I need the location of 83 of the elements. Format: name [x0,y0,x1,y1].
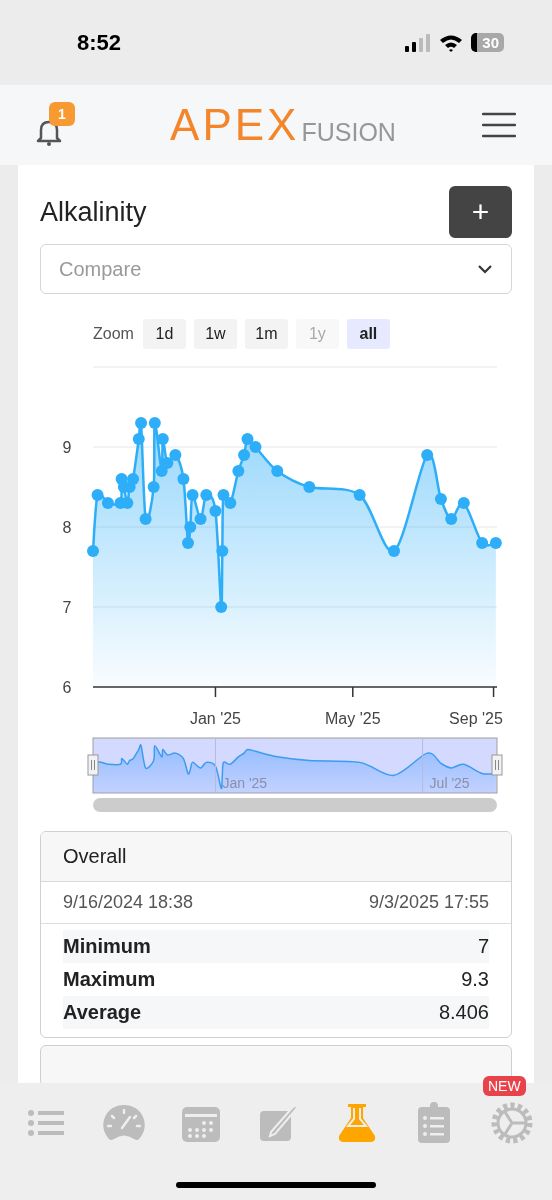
menu-button[interactable] [482,112,516,138]
data-point [209,505,222,517]
data-point [215,601,228,613]
logo-text: APEX [170,105,300,145]
signal-icon [405,33,432,52]
data-point [139,513,152,525]
stat-value: 8.406 [438,1001,489,1024]
pencil-square-icon [258,1104,299,1142]
data-point [194,513,207,525]
data-point [421,449,434,461]
x-axis-label: May '25 [325,710,381,727]
navigator-label: Jul '25 [429,775,470,791]
x-axis-label: Sep '25 [449,710,503,727]
data-point [182,537,194,549]
data-point [148,417,161,429]
battery-indicator: 30 [471,33,504,52]
data-point [87,545,99,557]
logo-subtext: FUSION [301,119,396,145]
data-point [156,433,169,445]
notification-badge: 1 [49,102,75,126]
data-point [121,497,134,509]
new-badge: NEW [482,1076,526,1096]
data-point [388,545,400,557]
data-point [132,433,145,445]
navigator-label: Jan '25 [222,775,268,791]
data-point [457,497,470,509]
y-axis-label: 7 [62,599,72,616]
data-point [232,465,245,477]
x-axis-label: Jan '25 [189,710,241,727]
scrollbar[interactable] [93,798,497,812]
data-point [238,449,251,461]
page-title: Alkalinity [40,196,147,228]
zoom-button[interactable]: 1d [142,319,186,349]
data-point [241,433,254,445]
data-point [353,489,366,501]
data-point [161,457,174,469]
data-point [184,521,197,533]
stat-value: 7 [477,935,489,958]
data-point [303,481,316,493]
stat-label: Maximum [63,968,156,991]
start-date: 9/16/2024 18:38 [63,892,194,913]
data-point [147,481,160,493]
data-point [155,465,168,477]
stat-label: Average [63,1001,142,1024]
data-point [135,417,148,429]
data-point [445,513,458,525]
navigator-drawing[interactable] [87,737,503,794]
data-point [489,537,502,549]
chevron-down-icon [477,264,493,274]
add-button[interactable]: + [449,186,512,238]
stat-label: Minimum [63,935,151,958]
wifi-icon [439,33,464,52]
flask-icon [337,1103,376,1143]
data-point [169,449,182,461]
data-point [249,441,262,453]
y-axis-label: 8 [62,519,72,536]
data-point [217,489,230,501]
data-point [476,537,489,549]
menu-icon [482,112,516,138]
data-point [200,489,213,501]
data-point [101,497,114,509]
stats-title: Overall [63,845,127,867]
zoom-button[interactable]: all [346,319,390,349]
data-point [434,493,447,505]
data-point [186,489,199,501]
gauge-icon [102,1104,145,1142]
y-axis-label: 6 [62,679,72,696]
end-date: 9/3/2025 17:55 [368,892,489,913]
stat-value: 9.3 [461,968,489,991]
zoom-button[interactable]: 1w [193,319,237,349]
data-point [271,465,284,477]
data-point [127,473,140,485]
data-point [224,497,237,509]
zoom-label: Zoom [93,325,134,343]
data-point [91,489,104,501]
status-time: 8:52 [77,29,122,56]
clipboard-icon [417,1102,452,1144]
list-icon [28,1109,64,1137]
data-point [216,545,229,557]
zoom-button[interactable]: 1m [244,319,288,349]
settings-icon [489,1101,534,1145]
y-axis-label: 9 [62,439,72,456]
data-point [177,473,190,485]
